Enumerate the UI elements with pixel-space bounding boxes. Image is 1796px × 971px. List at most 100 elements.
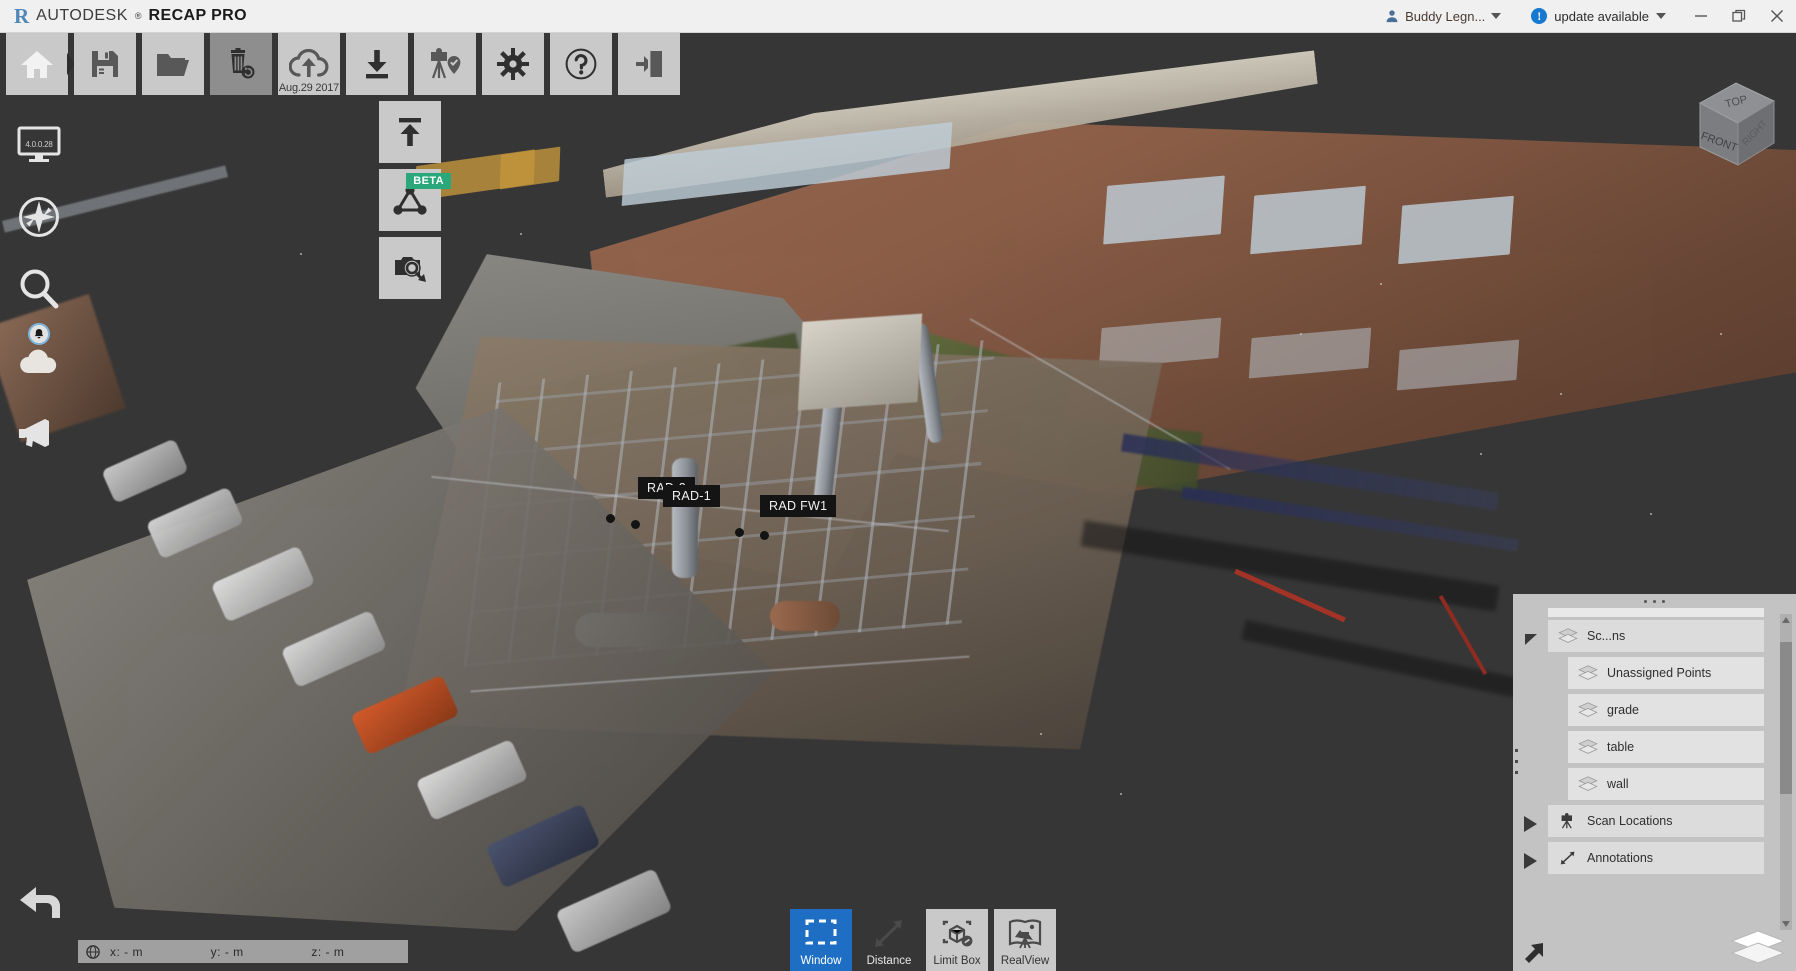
tripod-pin-icon [431,48,461,79]
limit-box-icon [942,920,973,947]
tool-limit-box-label: Limit Box [933,955,981,967]
help-button[interactable] [550,33,612,95]
search-icon [20,269,59,309]
exit-door-icon [636,51,662,77]
bell-badge-icon [28,323,50,345]
minimize-icon [1695,15,1707,17]
scroll-up-button[interactable] [1780,614,1792,626]
selection-window-icon [805,919,837,945]
back-button[interactable] [16,882,66,926]
navigation-button[interactable] [12,190,66,244]
survey-button[interactable] [414,33,476,95]
grip-dot [1644,599,1647,603]
close-button[interactable] [1758,0,1796,33]
main-toolbar: Aug.29 2017 [6,33,680,95]
question-icon [565,48,597,80]
feedback-button[interactable] [12,406,66,460]
layers-icon [1730,930,1786,964]
settings-button[interactable] [482,33,544,95]
layer-item-table[interactable]: table [1568,731,1764,763]
expand-toggle-annotations[interactable] [1513,842,1548,879]
mesh-button[interactable]: BETA [379,169,451,231]
expand-spacer [1513,694,1548,731]
tool-realview-label: RealView [1000,955,1050,967]
restore-button[interactable] [1720,0,1758,33]
scroll-up-arrow-icon [1782,617,1790,623]
brand-registered-mark: ® [134,11,142,21]
grip-dot [1662,599,1665,603]
layer-label: Sc...ns [1587,629,1626,643]
notifications-button[interactable] [12,323,66,388]
layer-item-wall[interactable]: wall [1568,768,1764,800]
expand-spacer [1513,768,1548,805]
title-bar-right: Buddy Legn... ! update available [1371,0,1796,33]
coordinate-bar: x: - m y: - m z: - m [78,940,408,963]
layer-item-grade[interactable]: grade [1568,694,1764,726]
panel-scrollbar[interactable] [1780,614,1792,930]
photo-to-3d-button[interactable] [379,237,441,299]
scrollbar-thumb[interactable] [1780,642,1792,794]
update-available-label: update available [1554,8,1649,24]
layers-icon [1578,739,1598,754]
layers-icon [1578,702,1598,717]
triangle-right-icon [1524,852,1537,869]
layer-label: Unassigned Points [1607,666,1712,680]
export-button[interactable] [379,101,441,163]
user-menu[interactable]: Buddy Legn... [1371,9,1515,24]
tool-distance[interactable]: Distance [858,909,920,971]
cloud-bell-icon [20,349,57,373]
tool-realview[interactable]: RealView [994,909,1056,971]
layers-icon [1578,776,1598,791]
layer-group-scans[interactable]: Sc...ns [1548,620,1764,652]
layers-list: Sc...ns Unassigned Points grade table wa… [1513,608,1796,930]
expand-panel-icon [1525,943,1543,963]
update-menu[interactable]: ! update available [1515,8,1682,24]
panel-drag-handle[interactable] [1513,594,1796,608]
distance-arrow-icon [875,920,902,947]
tool-limit-box[interactable]: Limit Box [926,909,988,971]
layer-row-scans: Sc...ns [1513,620,1790,657]
save-button[interactable] [74,33,136,95]
layer-row-wall: wall [1513,768,1790,805]
layer-label: Annotations [1587,851,1654,865]
delete-button[interactable] [210,33,272,95]
minimize-button[interactable] [1682,0,1720,33]
upload-button[interactable]: Aug.29 2017 [278,33,340,95]
tool-distance-label: Distance [866,955,912,967]
tool-window[interactable]: Window [790,909,852,971]
layer-row-scan-locations: Scan Locations [1513,805,1790,842]
panel-header-strip [1548,608,1764,617]
import-button[interactable] [346,33,408,95]
exit-button[interactable] [618,33,680,95]
expand-toggle-scan-locations[interactable] [1513,805,1548,842]
expand-panel-button[interactable] [1521,941,1545,965]
layer-group-scan-locations[interactable]: Scan Locations [1548,805,1764,837]
globe-icon [86,944,100,959]
open-button[interactable] [142,33,204,95]
avatar-icon [1386,10,1398,23]
layers-icon [1578,665,1598,680]
save-icon [92,51,118,77]
search-button[interactable] [12,262,66,316]
view-cube[interactable]: TOP FRONT RIGHT [1680,65,1788,173]
annotation-rad-1[interactable]: RAD-1 [663,485,721,507]
layer-group-annotations[interactable]: Annotations [1548,842,1764,874]
bottom-toolbar: Window Distance Limit Box RealView [790,909,1056,971]
display-settings-button[interactable]: 4.0.0.28 [12,118,66,172]
home-button[interactable] [6,33,75,95]
brand-autodesk: AUTODESK [36,7,128,24]
scroll-down-arrow-icon [1782,921,1790,927]
expand-toggle-scans[interactable] [1513,620,1548,657]
annotation-rad-fw1[interactable]: RAD FW1 [760,495,837,517]
beta-badge: BETA [406,173,451,189]
chevron-down-icon [1491,13,1502,19]
layer-item-unassigned[interactable]: Unassigned Points [1568,657,1764,689]
user-name: Buddy Legn... [1405,8,1486,24]
cloud-upload-icon [289,49,329,77]
layer-row-unassigned: Unassigned Points [1513,657,1790,694]
bell-icon [34,329,44,339]
title-bar: R AUTODESK ® RECAP PRO Buddy Legn... ! u… [0,0,1796,33]
realview-icon [1008,919,1042,949]
trash-undo-icon [231,48,255,79]
close-icon [1771,10,1783,22]
